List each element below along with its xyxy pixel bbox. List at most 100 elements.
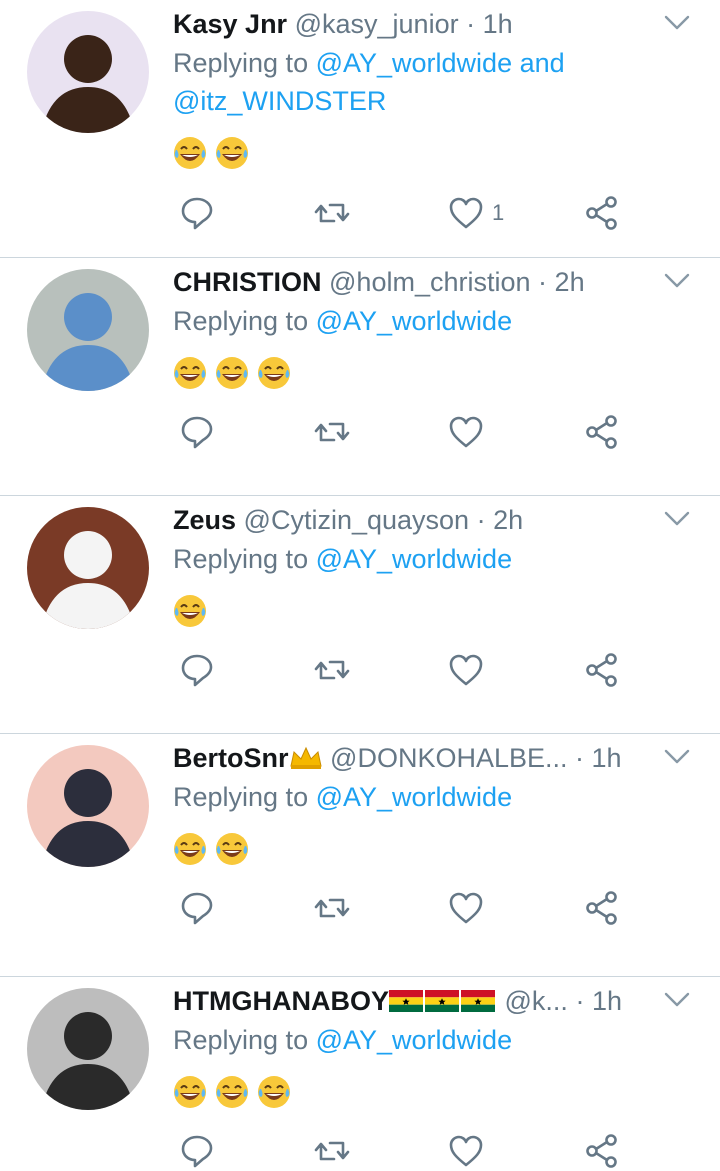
retweet-button[interactable]: [314, 412, 350, 452]
replying-to: Replying to @AY_worldwide: [173, 778, 643, 816]
tweet-text: [173, 1073, 291, 1109]
avatar[interactable]: [27, 988, 149, 1110]
replying-to-label: Replying to: [173, 782, 316, 812]
tweet-header: Kasy Jnr @kasy_junior · 1h: [173, 4, 513, 44]
user-handle[interactable]: @Cytizin_quayson: [244, 505, 470, 535]
timestamp[interactable]: 2h: [493, 505, 523, 535]
replying-to-label: Replying to: [173, 48, 316, 78]
avatar-image: [27, 988, 149, 1110]
tweet-menu-button[interactable]: [664, 272, 690, 290]
user-handle[interactable]: @kasy_junior: [295, 9, 459, 39]
tweet-item[interactable]: Zeus @Cytizin_quayson · 2h Replying to @…: [0, 496, 720, 734]
laughing-tears-emoji: [215, 1075, 248, 1108]
retweet-button[interactable]: [314, 888, 350, 928]
like-button[interactable]: [448, 412, 492, 452]
chevron-down-icon: [664, 992, 690, 1007]
tweet-item[interactable]: BertoSnr @DONKOHALBE... · 1h Replying to…: [0, 734, 720, 977]
avatar-image: [27, 11, 149, 133]
tweet-item[interactable]: Kasy Jnr @kasy_junior · 1h Replying to @…: [0, 0, 720, 258]
share-button[interactable]: [584, 412, 620, 452]
like-icon: [449, 416, 483, 448]
tweet-item[interactable]: HTMGHANABOY @k... · 1h Replying to @AY_w…: [0, 977, 720, 1168]
tweet-header: CHRISTION @holm_christion · 2h: [173, 262, 585, 302]
tweet-item[interactable]: CHRISTION @holm_christion · 2h Replying …: [0, 258, 720, 496]
display-name[interactable]: CHRISTION: [173, 267, 322, 297]
laughing-tears-emoji: [174, 136, 206, 169]
tweet-header: BertoSnr @DONKOHALBE... · 1h: [173, 738, 622, 778]
tweet-text: [173, 592, 207, 628]
reply-icon: [181, 416, 213, 449]
timestamp[interactable]: 1h: [592, 986, 622, 1016]
mention-link[interactable]: @AY_worldwide: [316, 782, 513, 812]
reply-icon: [181, 197, 213, 230]
tweet-menu-button[interactable]: [664, 748, 690, 766]
share-icon: [586, 415, 617, 449]
share-button[interactable]: [584, 650, 620, 690]
avatar[interactable]: [27, 11, 149, 133]
replying-to: Replying to @AY_worldwide: [173, 1021, 643, 1059]
like-button[interactable]: [448, 888, 492, 928]
like-button[interactable]: [448, 1131, 492, 1171]
tweet-menu-button[interactable]: [664, 510, 690, 528]
retweet-icon: [314, 203, 350, 223]
display-name[interactable]: BertoSnr: [173, 743, 289, 773]
like-button[interactable]: 1: [448, 193, 504, 233]
reply-icon: [181, 892, 213, 925]
share-button[interactable]: [584, 1131, 620, 1171]
timeline: Kasy Jnr @kasy_junior · 1h Replying to @…: [0, 0, 720, 1168]
separator-dot: ·: [575, 986, 585, 1016]
timestamp[interactable]: 1h: [483, 9, 513, 39]
separator-dot: ·: [575, 743, 585, 773]
user-handle[interactable]: @holm_christion: [329, 267, 531, 297]
like-icon: [449, 197, 483, 229]
tweet-text: [173, 134, 249, 170]
laughing-tears-emoji: [174, 832, 206, 865]
tweet-menu-button[interactable]: [664, 14, 690, 32]
ghana-flag-emoji: [389, 990, 423, 1012]
user-handle[interactable]: @k...: [505, 986, 568, 1016]
display-name[interactable]: Kasy Jnr: [173, 9, 287, 39]
tweet-menu-button[interactable]: [664, 991, 690, 1009]
separator-dot: ·: [466, 9, 476, 39]
chevron-down-icon: [664, 511, 690, 526]
avatar[interactable]: [27, 507, 149, 629]
share-button[interactable]: [584, 193, 620, 233]
avatar-image: [27, 507, 149, 629]
retweet-button[interactable]: [314, 650, 350, 690]
ghana-flag-emoji: [461, 990, 495, 1012]
display-name[interactable]: HTMGHANABOY: [173, 986, 389, 1016]
mention-link[interactable]: @AY_worldwide: [316, 544, 513, 574]
reply-button[interactable]: [179, 412, 215, 452]
replying-to: Replying to @AY_worldwide: [173, 302, 643, 340]
like-icon: [449, 1135, 483, 1167]
reply-button[interactable]: [179, 193, 215, 233]
retweet-button[interactable]: [314, 193, 350, 233]
crown-emoji: [289, 746, 322, 769]
tweet-header: Zeus @Cytizin_quayson · 2h: [173, 500, 523, 540]
reply-button[interactable]: [179, 888, 215, 928]
chevron-down-icon: [664, 749, 690, 764]
timestamp[interactable]: 1h: [592, 743, 622, 773]
reply-icon: [181, 654, 213, 687]
reply-icon: [181, 1135, 213, 1168]
retweet-button[interactable]: [314, 1131, 350, 1171]
avatar[interactable]: [27, 745, 149, 867]
reply-button[interactable]: [179, 1131, 215, 1171]
display-name[interactable]: Zeus: [173, 505, 236, 535]
timestamp[interactable]: 2h: [555, 267, 585, 297]
laughing-tears-emoji: [215, 832, 248, 865]
share-icon: [586, 196, 617, 230]
laughing-tears-emoji: [174, 356, 206, 389]
reply-button[interactable]: [179, 650, 215, 690]
laughing-tears-emoji: [215, 356, 248, 389]
separator-dot: ·: [476, 505, 486, 535]
user-handle[interactable]: @DONKOHALBE...: [330, 743, 567, 773]
mention-link[interactable]: @AY_worldwide: [316, 1025, 513, 1055]
mention-link[interactable]: @AY_worldwide: [316, 306, 513, 336]
tweet-text: [173, 830, 249, 866]
like-button[interactable]: [448, 650, 492, 690]
laughing-tears-emoji: [257, 1075, 290, 1108]
avatar[interactable]: [27, 269, 149, 391]
action-bar: [0, 412, 720, 452]
share-button[interactable]: [584, 888, 620, 928]
